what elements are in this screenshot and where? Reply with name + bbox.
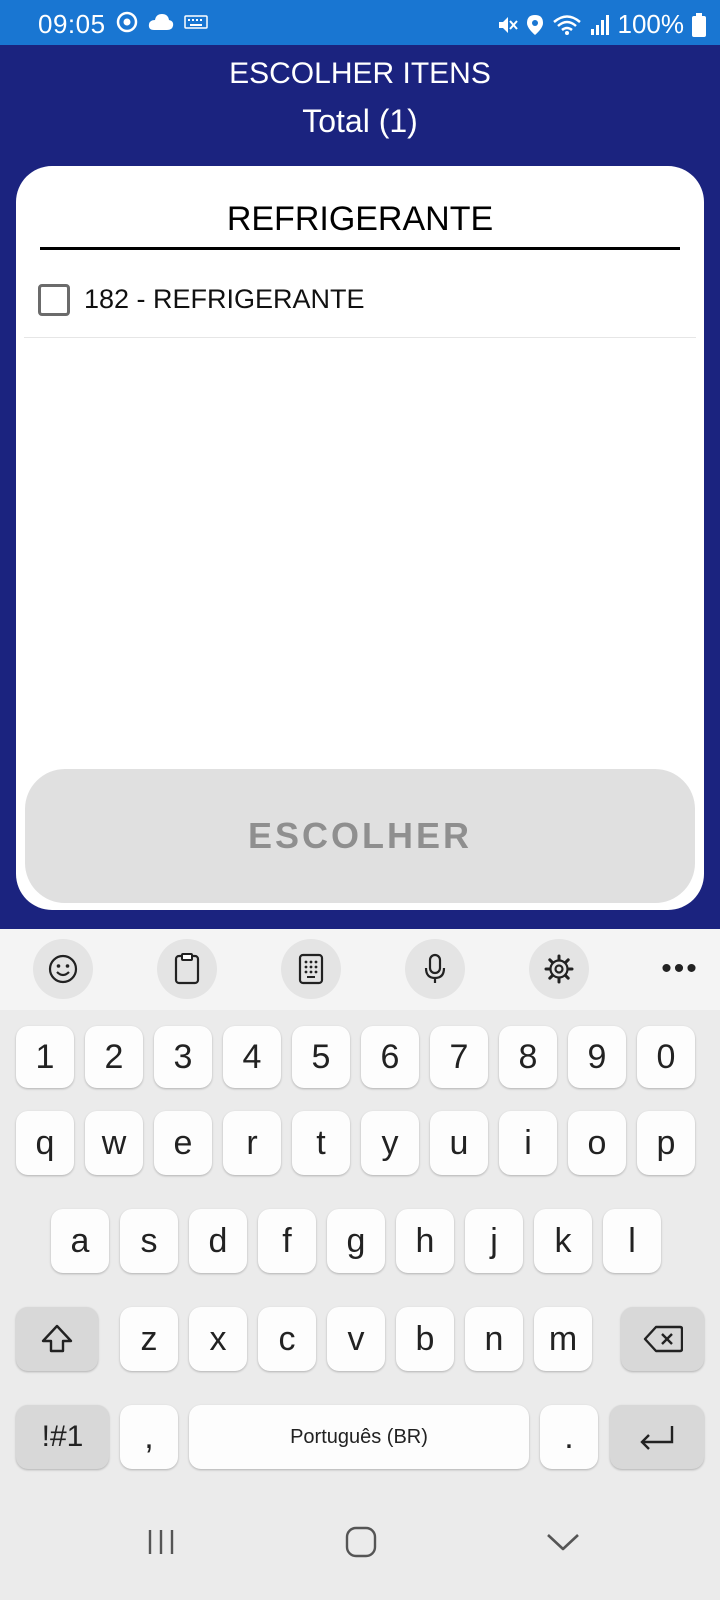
key-p[interactable]: p (637, 1111, 695, 1175)
keypad-icon[interactable] (281, 939, 341, 999)
items-card: 182 - REFRIGERANTE ESCOLHER (16, 166, 704, 910)
backspace-icon (643, 1325, 683, 1353)
key-6[interactable]: 6 (361, 1026, 419, 1088)
key-l[interactable]: l (603, 1209, 661, 1273)
key-c[interactable]: c (258, 1307, 316, 1371)
shift-icon (41, 1324, 73, 1353)
space-key[interactable]: Português (BR) (189, 1405, 529, 1469)
cloud-icon (148, 13, 174, 36)
shift-key[interactable] (16, 1307, 98, 1371)
mute-vibrate-icon (496, 14, 518, 36)
key-i[interactable]: i (499, 1111, 557, 1175)
emoji-icon[interactable] (33, 939, 93, 999)
search-input[interactable] (40, 192, 680, 250)
key-5[interactable]: 5 (292, 1026, 350, 1088)
key-m[interactable]: m (534, 1307, 592, 1371)
key-o[interactable]: o (568, 1111, 626, 1175)
list-item-label: 182 - REFRIGERANTE (84, 284, 365, 314)
status-time: 09:05 (38, 9, 106, 39)
key-3[interactable]: 3 (154, 1026, 212, 1088)
key-v[interactable]: v (327, 1307, 385, 1371)
period-key[interactable]: . (540, 1405, 598, 1469)
key-a[interactable]: a (51, 1209, 109, 1273)
key-d[interactable]: d (189, 1209, 247, 1273)
symbols-key[interactable]: !#1 (16, 1405, 109, 1469)
items-list: 182 - REFRIGERANTE (24, 262, 696, 338)
key-e[interactable]: e (154, 1111, 212, 1175)
location-icon (526, 14, 544, 36)
target-icon (116, 11, 138, 38)
key-u[interactable]: u (430, 1111, 488, 1175)
key-r[interactable]: r (223, 1111, 281, 1175)
page-title: ESCOLHER ITENS (229, 57, 491, 90)
signal-icon (590, 14, 610, 36)
battery-text: 100% (617, 9, 685, 39)
key-n[interactable]: n (465, 1307, 523, 1371)
key-4[interactable]: 4 (223, 1026, 281, 1088)
settings-icon[interactable] (529, 939, 589, 999)
total-count: Total (1) (302, 103, 418, 139)
key-k[interactable]: k (534, 1209, 592, 1273)
backspace-key[interactable] (621, 1307, 704, 1371)
home-icon[interactable] (331, 1517, 391, 1567)
clipboard-icon[interactable] (157, 939, 217, 999)
key-g[interactable]: g (327, 1209, 385, 1273)
keyboard-toolbar: ••• (0, 929, 720, 1010)
key-b[interactable]: b (396, 1307, 454, 1371)
key-w[interactable]: w (85, 1111, 143, 1175)
key-1[interactable]: 1 (16, 1026, 74, 1088)
enter-key[interactable] (610, 1405, 704, 1469)
navigation-bar (0, 1485, 720, 1600)
keyboard-icon (184, 14, 208, 35)
key-h[interactable]: h (396, 1209, 454, 1273)
key-8[interactable]: 8 (499, 1026, 557, 1088)
key-t[interactable]: t (292, 1111, 350, 1175)
key-x[interactable]: x (189, 1307, 247, 1371)
back-icon[interactable] (533, 1517, 593, 1567)
more-icon[interactable]: ••• (655, 947, 705, 991)
key-7[interactable]: 7 (430, 1026, 488, 1088)
key-2[interactable]: 2 (85, 1026, 143, 1088)
enter-icon (640, 1426, 674, 1450)
wifi-icon (552, 14, 582, 36)
key-j[interactable]: j (465, 1209, 523, 1273)
status-bar: 09:05 100% (0, 0, 720, 45)
recents-icon[interactable] (131, 1517, 191, 1567)
key-q[interactable]: q (16, 1111, 74, 1175)
choose-button[interactable]: ESCOLHER (25, 769, 695, 903)
comma-key[interactable]: , (120, 1405, 178, 1469)
key-z[interactable]: z (120, 1307, 178, 1371)
battery-icon (692, 12, 706, 37)
list-item[interactable]: 182 - REFRIGERANTE (24, 262, 696, 338)
key-y[interactable]: y (361, 1111, 419, 1175)
key-9[interactable]: 9 (568, 1026, 626, 1088)
key-0[interactable]: 0 (637, 1026, 695, 1088)
item-checkbox[interactable] (38, 283, 70, 316)
key-s[interactable]: s (120, 1209, 178, 1273)
microphone-icon[interactable] (405, 939, 465, 999)
key-f[interactable]: f (258, 1209, 316, 1273)
